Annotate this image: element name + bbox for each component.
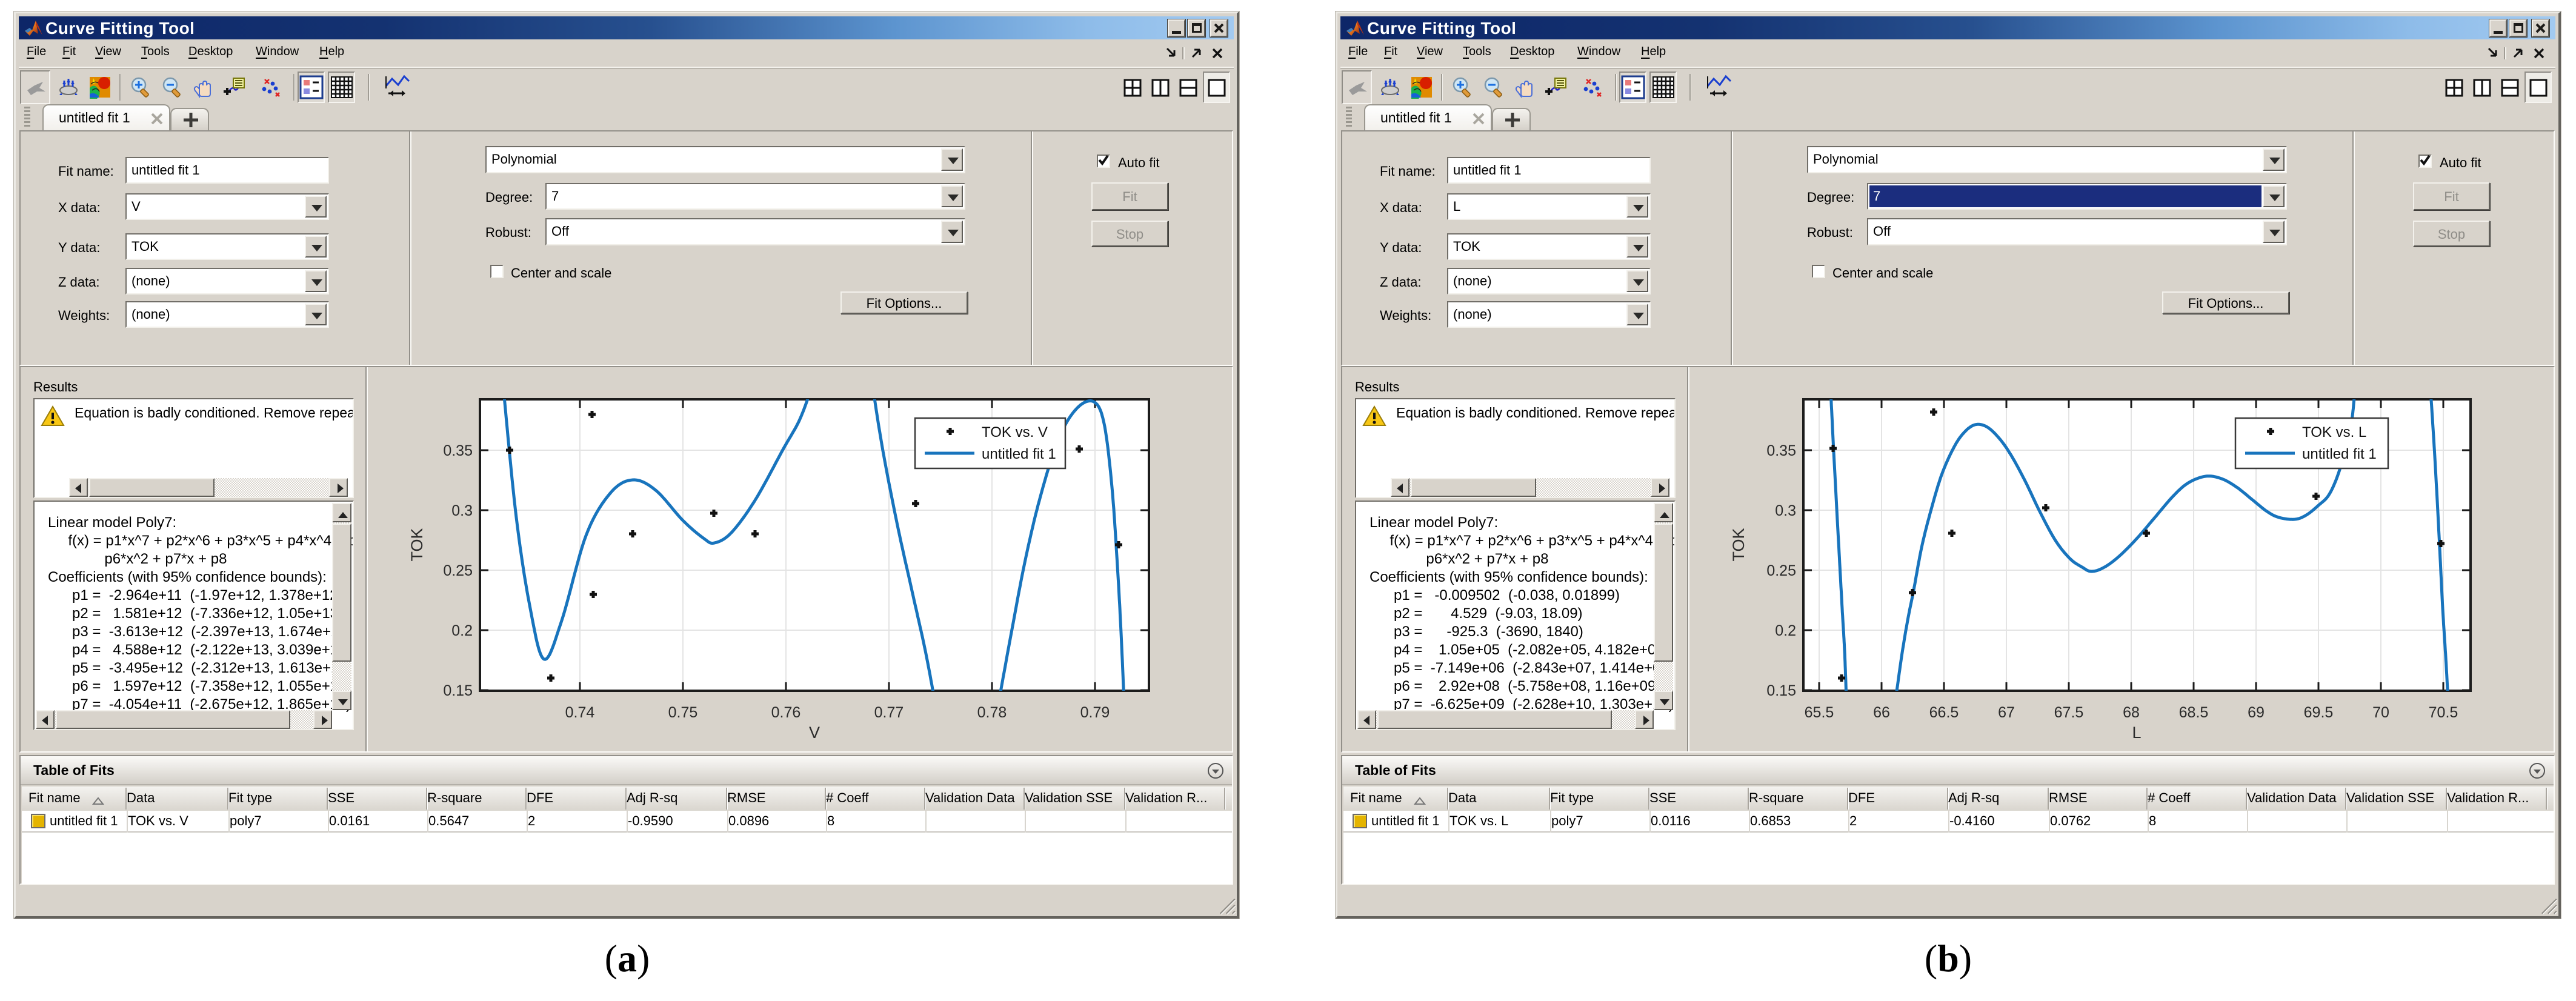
svg-text:0.76: 0.76	[771, 704, 801, 721]
svg-text:untitled fit 1: untitled fit 1	[982, 446, 1056, 462]
svg-text:70: 70	[2372, 704, 2389, 721]
svg-text:0.15: 0.15	[1766, 682, 1796, 699]
svg-text:0.2: 0.2	[451, 622, 473, 639]
svg-text:67: 67	[1998, 704, 2015, 721]
svg-text:0.25: 0.25	[1766, 562, 1796, 579]
svg-text:0.35: 0.35	[1766, 442, 1796, 459]
svg-text:L: L	[2132, 723, 2141, 742]
svg-text:68: 68	[2123, 704, 2140, 721]
svg-text:TOK vs. V: TOK vs. V	[982, 424, 1048, 441]
svg-text:TOK: TOK	[1729, 528, 1748, 561]
svg-text:0.79: 0.79	[1080, 704, 1110, 721]
svg-text:0.3: 0.3	[451, 502, 473, 519]
svg-text:0.35: 0.35	[443, 442, 473, 459]
svg-text:69: 69	[2248, 704, 2265, 721]
svg-text:TOK: TOK	[408, 528, 426, 561]
svg-text:0.25: 0.25	[443, 562, 473, 579]
svg-text:0.75: 0.75	[668, 704, 698, 721]
svg-text:65.5: 65.5	[1805, 704, 1834, 721]
svg-text:68.5: 68.5	[2179, 704, 2209, 721]
svg-text:0.77: 0.77	[874, 704, 904, 721]
svg-text:0.2: 0.2	[1775, 622, 1796, 639]
svg-text:66: 66	[1873, 704, 1890, 721]
svg-text:V: V	[809, 723, 820, 742]
svg-text:69.5: 69.5	[2304, 704, 2334, 721]
svg-text:0.78: 0.78	[977, 704, 1007, 721]
svg-text:70.5: 70.5	[2429, 704, 2458, 721]
svg-text:66.5: 66.5	[1929, 704, 1959, 721]
svg-text:TOK vs. L: TOK vs. L	[2302, 424, 2366, 441]
svg-text:67.5: 67.5	[2054, 704, 2084, 721]
svg-text:0.74: 0.74	[565, 704, 595, 721]
svg-text:untitled fit 1: untitled fit 1	[2302, 446, 2377, 462]
svg-text:0.15: 0.15	[443, 682, 473, 699]
svg-text:0.3: 0.3	[1775, 502, 1796, 519]
